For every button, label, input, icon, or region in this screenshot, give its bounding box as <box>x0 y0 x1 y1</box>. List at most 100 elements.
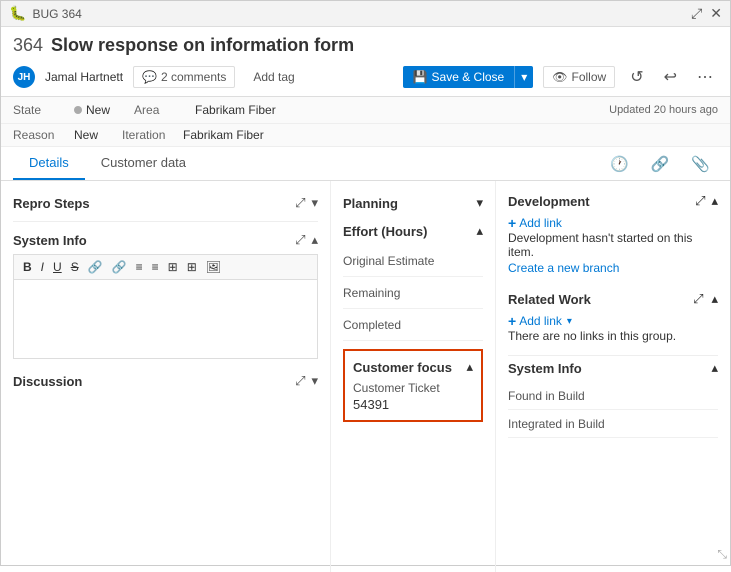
related-expand-icon[interactable]: ⤢ <box>693 291 703 307</box>
sys-info-right-header: System Info ▴ <box>508 355 718 382</box>
completed-label: Completed <box>343 318 401 332</box>
attachment-icon[interactable]: 📎 <box>683 151 718 177</box>
dev-expand-icon[interactable]: ⤢ <box>695 193 705 209</box>
related-work-title: Related Work <box>508 292 591 307</box>
save-close-button[interactable]: 💾 Save & Close ▾ <box>403 66 534 88</box>
system-info-right-section: System Info ▴ Found in Build Integrated … <box>508 355 718 438</box>
follow-button[interactable]: 👁 Follow <box>543 66 615 88</box>
sys-info-right-title: System Info <box>508 361 582 376</box>
customer-focus-title: Customer focus <box>353 360 452 375</box>
remaining-label: Remaining <box>343 286 400 300</box>
related-dropdown-icon[interactable]: ▾ <box>567 316 572 327</box>
sys-collapse-icon[interactable]: ▴ <box>311 232 318 248</box>
no-links-message: There are no links in this group. <box>508 329 718 343</box>
bug-name: Slow response on information form <box>51 35 354 56</box>
reason-label: Reason <box>13 128 68 142</box>
more-icon[interactable]: ⋯ <box>692 64 718 90</box>
bug-id: 364 <box>13 35 43 56</box>
italic-button[interactable]: I <box>38 259 47 275</box>
eye-icon: 👁 <box>552 70 567 84</box>
area-item: Area Fabrikam Fiber <box>134 103 276 117</box>
area-value[interactable]: Fabrikam Fiber <box>195 103 276 117</box>
outdent-button[interactable]: ⊞ <box>184 259 200 275</box>
comments-button[interactable]: 💬 2 comments <box>133 66 235 88</box>
related-add-link-button[interactable]: + Add link ▾ <box>508 313 718 329</box>
planning-collapse-icon[interactable]: ▾ <box>476 195 483 211</box>
expand-icon[interactable]: ⤢ <box>691 5 702 22</box>
bold-button[interactable]: B <box>20 259 35 275</box>
repro-steps-controls: ⤢ ▾ <box>295 195 318 211</box>
iteration-item: Iteration Fabrikam Fiber <box>122 128 264 142</box>
close-icon[interactable]: ✕ <box>710 5 722 22</box>
save-close-main[interactable]: 💾 Save & Close <box>403 66 515 88</box>
indent-button[interactable]: ⊞ <box>165 259 181 275</box>
undo-icon[interactable]: ↩ <box>659 64 682 90</box>
planning-header: Planning ▾ <box>343 189 483 217</box>
separator-1 <box>13 221 318 222</box>
title-bar-text: BUG 364 <box>32 7 685 21</box>
state-item: State New <box>13 103 110 117</box>
updated-text: Updated 20 hours ago <box>609 104 718 116</box>
integrated-in-build-label: Integrated in Build <box>508 417 605 431</box>
system-info-controls: ⤢ ▴ <box>295 232 318 248</box>
effort-title: Effort (Hours) <box>343 224 428 239</box>
sys-collapse-icon[interactable]: ▴ <box>711 360 718 376</box>
system-info-title: System Info <box>13 233 87 248</box>
discussion-controls: ⤢ ▾ <box>295 373 318 389</box>
customer-ticket-label: Customer Ticket <box>353 381 473 395</box>
left-panel: Repro Steps ⤢ ▾ System Info ⤢ ▴ B I U S … <box>1 181 331 572</box>
repro-steps-title: Repro Steps <box>13 196 90 211</box>
title-bar: 🐛 BUG 364 ⤢ ✕ <box>1 1 730 27</box>
comments-count: 2 comments <box>161 70 226 84</box>
link-button[interactable]: 🔗 <box>85 259 106 275</box>
customer-ticket-value[interactable]: 54391 <box>353 397 473 412</box>
save-close-dropdown[interactable]: ▾ <box>514 66 533 88</box>
effort-collapse-icon[interactable]: ▴ <box>476 223 483 239</box>
state-value[interactable]: New <box>74 103 110 117</box>
repro-steps-header: Repro Steps ⤢ ▾ <box>13 189 318 217</box>
tabs-row: Details Customer data 🕐 🔗 📎 <box>1 147 730 181</box>
strikethrough-button[interactable]: S <box>68 259 82 275</box>
repro-collapse-icon[interactable]: ▾ <box>311 195 318 211</box>
iteration-value[interactable]: Fabrikam Fiber <box>183 128 264 142</box>
tab-icons: 🕐 🔗 📎 <box>602 151 718 177</box>
discussion-header: Discussion ⤢ ▾ <box>13 367 318 395</box>
system-info-editor[interactable] <box>13 279 318 359</box>
dev-add-link-label: Add link <box>519 216 562 230</box>
customer-focus-header: Customer focus ▴ <box>353 359 473 381</box>
refresh-icon[interactable]: ↺ <box>625 64 648 90</box>
underline-button[interactable]: U <box>50 259 65 275</box>
save-icon: 💾 <box>413 70 428 84</box>
customer-focus-collapse-icon[interactable]: ▴ <box>466 359 473 375</box>
image-button[interactable]: 🖼 <box>203 259 224 275</box>
original-estimate-item: Original Estimate <box>343 245 483 277</box>
disc-expand-icon[interactable]: ⤢ <box>295 373 305 389</box>
save-close-label: Save & Close <box>432 70 505 84</box>
state-dot <box>74 106 82 114</box>
sys-expand-icon[interactable]: ⤢ <box>295 232 305 248</box>
dev-add-link-button[interactable]: + Add link <box>508 215 718 231</box>
dev-collapse-icon[interactable]: ▴ <box>711 193 718 209</box>
area-label: Area <box>134 103 189 117</box>
reason-value[interactable]: New <box>74 128 98 142</box>
tab-details[interactable]: Details <box>13 147 85 180</box>
tab-customer-data[interactable]: Customer data <box>85 147 202 180</box>
related-collapse-icon[interactable]: ▴ <box>711 291 718 307</box>
insert-link-button[interactable]: 🔗 <box>109 259 130 275</box>
resize-handle[interactable]: ⤡ <box>717 547 727 562</box>
repro-expand-icon[interactable]: ⤢ <box>295 195 305 211</box>
dev-action[interactable]: Create a new branch <box>508 261 718 275</box>
history-icon[interactable]: 🕐 <box>602 151 637 177</box>
development-header: Development ⤢ ▴ <box>508 189 718 215</box>
bug-icon: 🐛 <box>9 5 26 22</box>
found-in-build-item: Found in Build <box>508 382 718 410</box>
right-panel: Development ⤢ ▴ + Add link Development h… <box>496 181 730 572</box>
ordered-list-button[interactable]: ≡ <box>149 259 162 275</box>
reason-item: Reason New <box>13 128 98 142</box>
dev-message: Development hasn't started on this item. <box>508 231 718 259</box>
integrated-in-build-item: Integrated in Build <box>508 410 718 438</box>
link-icon[interactable]: 🔗 <box>643 151 678 177</box>
disc-collapse-icon[interactable]: ▾ <box>311 373 318 389</box>
list-button[interactable]: ≡ <box>133 259 146 275</box>
add-tag-button[interactable]: Add tag <box>245 67 302 87</box>
